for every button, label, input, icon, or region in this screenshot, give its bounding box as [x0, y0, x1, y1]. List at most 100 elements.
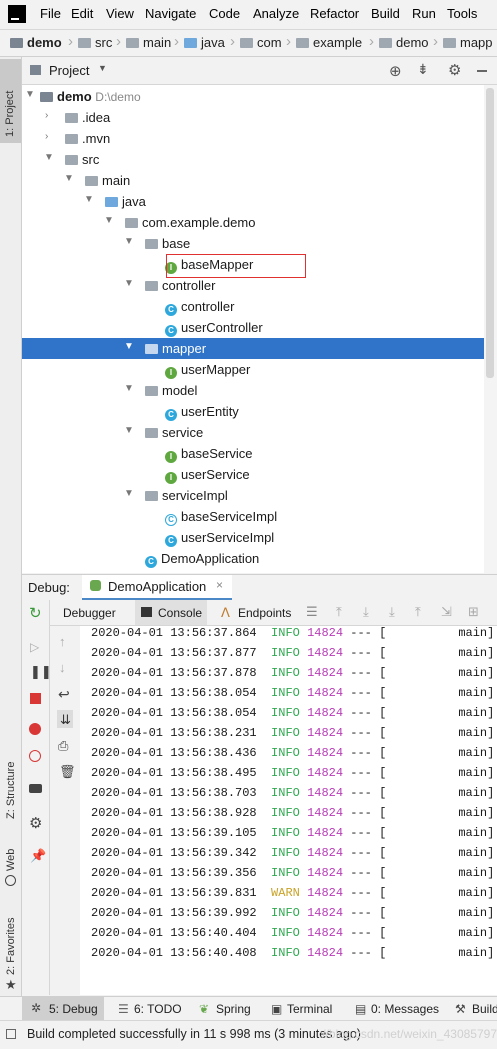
view-breakpoints-icon[interactable]: [29, 723, 41, 735]
gear-icon[interactable]: ⚙: [448, 61, 461, 79]
close-icon[interactable]: ×: [216, 578, 223, 592]
tool-tab-structure[interactable]: Z: Structure: [0, 743, 21, 823]
chevron-down-icon[interactable]: ▼: [124, 278, 134, 289]
menu-file[interactable]: File: [40, 6, 61, 21]
tree-item[interactable]: CuserController: [22, 317, 484, 338]
menu-run[interactable]: Run: [412, 6, 436, 21]
menu-build[interactable]: Build: [371, 6, 400, 21]
debug-session-tab[interactable]: DemoApplication ×: [82, 575, 232, 600]
run-to-cursor-icon[interactable]: ⇲: [441, 604, 452, 620]
tree-item[interactable]: ▼ service: [22, 422, 484, 443]
soft-wrap-icon[interactable]: ↩: [58, 686, 70, 703]
chevron-down-icon[interactable]: ▼: [64, 173, 74, 184]
mute-breakpoints-icon[interactable]: [29, 750, 41, 762]
menu-refactor[interactable]: Refactor: [310, 6, 359, 21]
breadcrumb-item[interactable]: example: [296, 35, 362, 50]
breadcrumb-item[interactable]: java: [184, 35, 225, 50]
tool-tab-debug[interactable]: ✲ 5: Debug: [22, 997, 104, 1021]
chevron-down-icon[interactable]: ▼: [124, 341, 134, 352]
chevron-down-icon[interactable]: ▼: [124, 488, 134, 499]
show-execution-point-icon[interactable]: ⤒: [336, 604, 342, 620]
tree-item[interactable]: ▼ serviceImpl: [22, 485, 484, 506]
tree-item[interactable]: ▼ src: [22, 149, 484, 170]
tree-item[interactable]: CbaseServiceImpl: [22, 506, 484, 527]
evaluate-expression-icon[interactable]: ⊞: [468, 604, 479, 620]
console-tab[interactable]: Console: [135, 600, 207, 625]
tree-item[interactable]: ▼ base: [22, 233, 484, 254]
stop-icon[interactable]: [30, 693, 41, 704]
tree-item[interactable]: ▼ model: [22, 380, 484, 401]
tree-item-selected[interactable]: ▼ mapper: [22, 338, 484, 359]
step-out-icon[interactable]: ⤒: [415, 604, 421, 620]
layout-menu-icon[interactable]: ☰: [306, 604, 318, 620]
up-arrow-icon[interactable]: ↑: [59, 634, 66, 649]
step-into-icon[interactable]: ⤓: [389, 604, 395, 620]
breadcrumb-item[interactable]: main: [126, 35, 171, 50]
console-output[interactable]: 2020-04-01 13:56:37.864 INFO 14824 --- […: [80, 626, 497, 995]
tree-item[interactable]: Ccontroller: [22, 296, 484, 317]
tool-tab-web[interactable]: Web: [0, 845, 21, 895]
tool-tab-messages[interactable]: 0: Messages: [371, 1002, 439, 1016]
tool-tab-favorites[interactable]: 2: Favorites ★: [0, 905, 21, 992]
chevron-right-icon[interactable]: ›: [45, 110, 55, 121]
tree-item[interactable]: › .mvn: [22, 128, 484, 149]
rerun-icon[interactable]: ↻: [29, 604, 42, 622]
breadcrumb-item[interactable]: com: [240, 35, 282, 50]
chevron-down-icon[interactable]: ▼: [84, 194, 94, 205]
chevron-down-icon[interactable]: ▼: [44, 152, 54, 163]
menu-navigate[interactable]: Navigate: [145, 6, 196, 21]
tree-item[interactable]: IuserService: [22, 464, 484, 485]
tree-scrollbar-thumb[interactable]: [486, 88, 494, 378]
tree-item[interactable]: ▼ java: [22, 191, 484, 212]
tree-item[interactable]: C DemoApplication: [22, 548, 484, 569]
dropdown-arrow-icon[interactable]: ▼: [98, 63, 107, 73]
menu-edit[interactable]: Edit: [71, 6, 93, 21]
tool-tab-terminal[interactable]: Terminal: [287, 1002, 332, 1016]
tool-tab-spring[interactable]: Spring: [216, 1002, 251, 1016]
tree-label-text: mapper: [162, 341, 207, 356]
trash-icon[interactable]: 🗑: [59, 764, 76, 780]
menu-code[interactable]: Code: [209, 6, 240, 21]
pause-icon[interactable]: ❚❚: [30, 664, 52, 680]
tool-tab-build[interactable]: Build: [472, 1002, 497, 1016]
camera-icon[interactable]: [29, 784, 42, 793]
collapse-all-icon[interactable]: ⇟: [417, 61, 429, 78]
tree-item[interactable]: ▼ controller: [22, 275, 484, 296]
pin-icon[interactable]: 📌: [30, 848, 46, 864]
chevron-down-icon[interactable]: ▼: [124, 425, 134, 436]
tree-item[interactable]: IbaseService: [22, 443, 484, 464]
status-toggle-icon[interactable]: [6, 1029, 16, 1039]
resume-icon[interactable]: ▷: [30, 640, 39, 654]
locate-target-icon[interactable]: ⊕: [389, 62, 402, 80]
project-view-selector[interactable]: Project: [49, 63, 89, 78]
chevron-down-icon[interactable]: ▼: [124, 236, 134, 247]
print-icon[interactable]: ⎙: [58, 738, 68, 754]
project-folder-icon: [10, 38, 23, 48]
tree-item[interactable]: ▼ main: [22, 170, 484, 191]
tree-item-root[interactable]: ▼ demo D:\demo: [22, 86, 484, 107]
hide-panel-icon[interactable]: [477, 70, 487, 72]
endpoints-tab[interactable]: Endpoints: [238, 606, 291, 620]
tool-tab-todo[interactable]: 6: TODO: [134, 1002, 182, 1016]
tree-item[interactable]: ▼ com.example.demo: [22, 212, 484, 233]
menu-tools[interactable]: Tools: [447, 6, 477, 21]
settings-icon[interactable]: ⚙: [29, 814, 42, 832]
down-arrow-icon[interactable]: ↓: [59, 660, 66, 675]
breadcrumb-item[interactable]: demo: [379, 35, 429, 50]
chevron-down-icon[interactable]: ▼: [104, 215, 114, 226]
chevron-down-icon[interactable]: ▼: [25, 89, 35, 100]
menu-view[interactable]: View: [106, 6, 134, 21]
step-over-icon[interactable]: ⤓: [363, 604, 369, 620]
tree-item[interactable]: › .idea: [22, 107, 484, 128]
tool-tab-project[interactable]: 1: Project: [0, 59, 21, 143]
debugger-tab[interactable]: Debugger: [63, 606, 116, 620]
chevron-right-icon[interactable]: ›: [45, 131, 55, 142]
breadcrumb-item[interactable]: src: [78, 35, 112, 50]
menu-analyze[interactable]: Analyze: [253, 6, 299, 21]
breadcrumb-item[interactable]: demo: [10, 35, 62, 50]
chevron-down-icon[interactable]: ▼: [124, 383, 134, 394]
tree-item[interactable]: IuserMapper: [22, 359, 484, 380]
tree-item[interactable]: CuserEntity: [22, 401, 484, 422]
breadcrumb-item[interactable]: mapp: [443, 35, 493, 50]
tree-item[interactable]: CuserServiceImpl: [22, 527, 484, 548]
